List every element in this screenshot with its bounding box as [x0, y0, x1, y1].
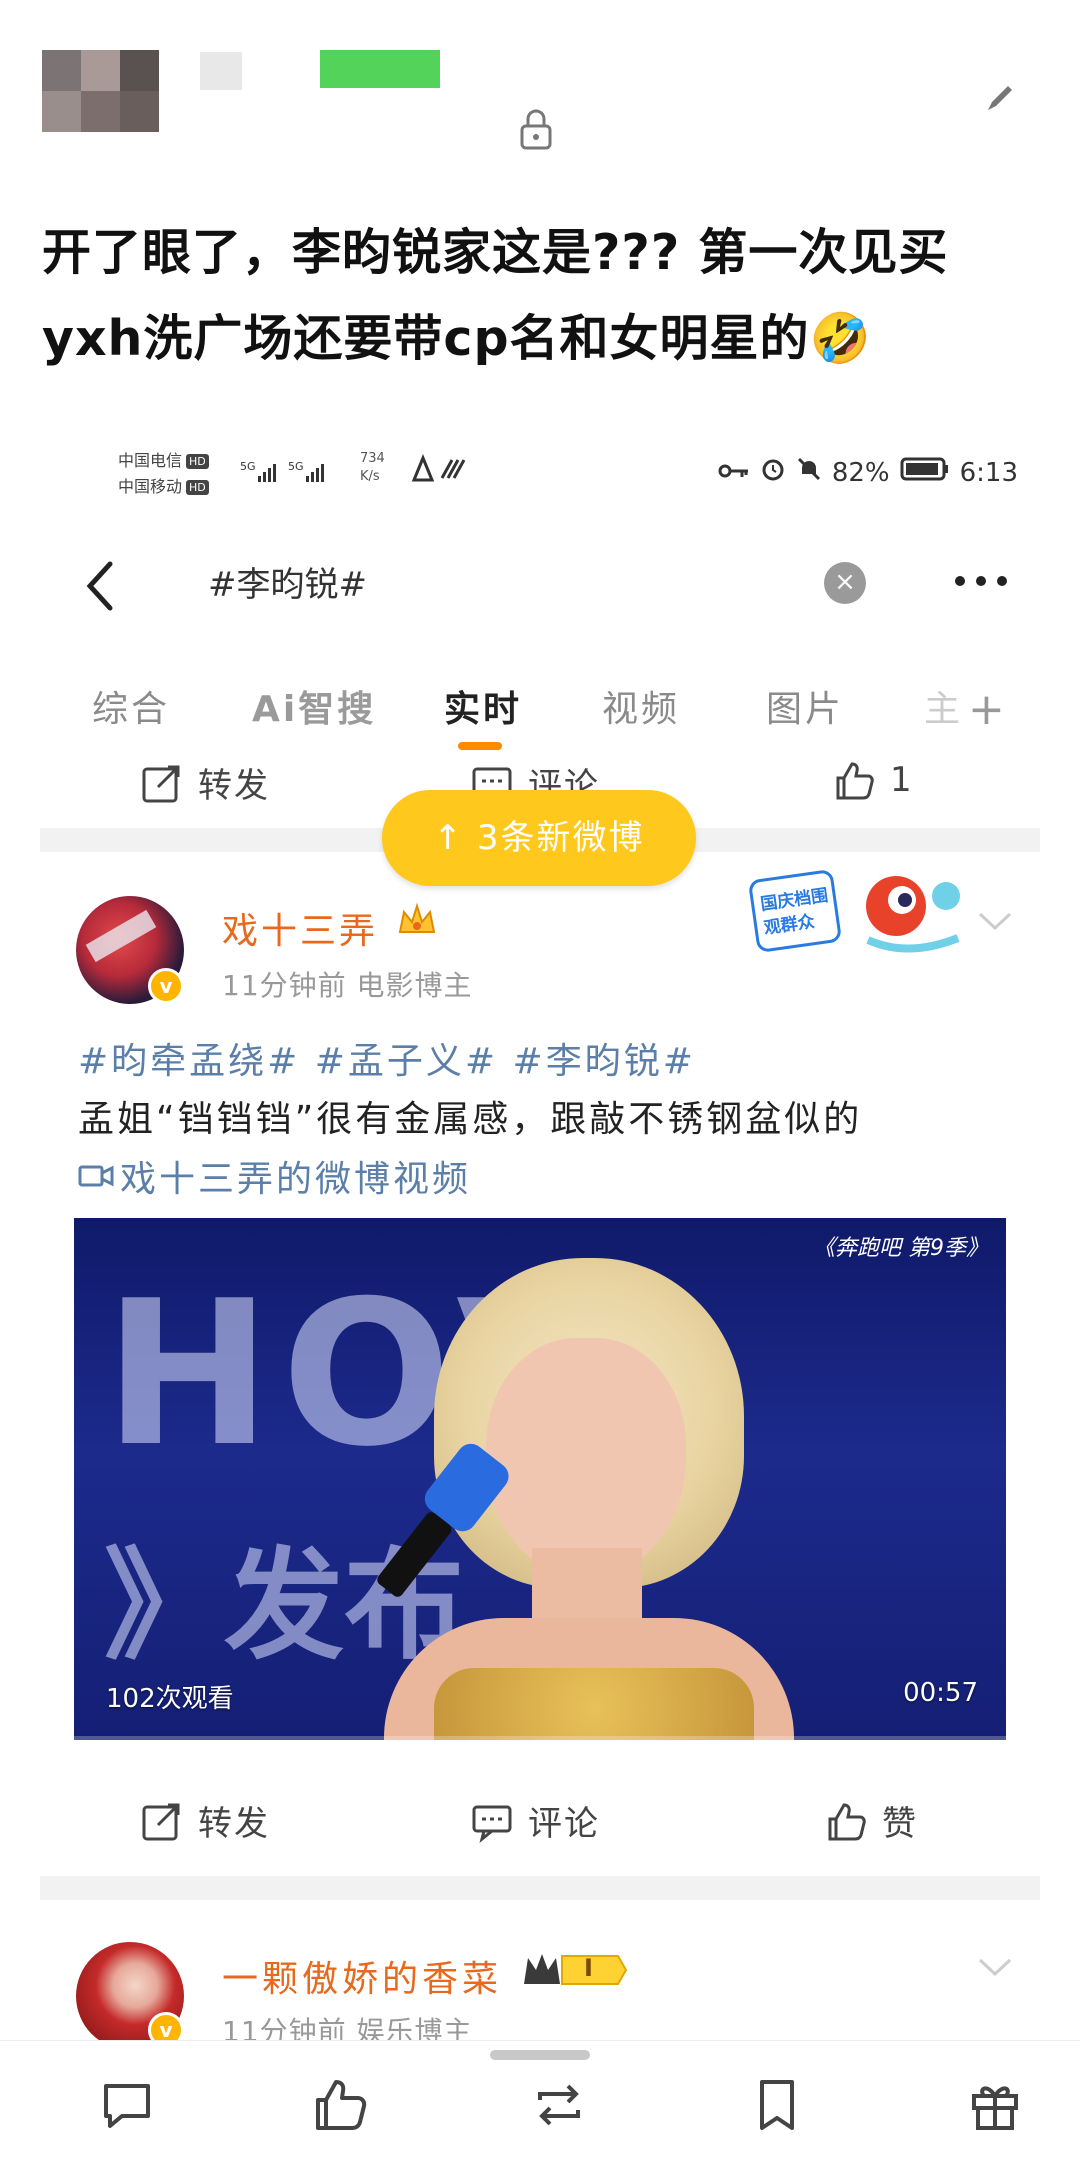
tab-realtime[interactable]: 实时 — [444, 680, 522, 732]
more-icon[interactable] — [950, 566, 1012, 596]
comment-button[interactable]: 评论 — [470, 1796, 600, 1845]
tab-ai-search[interactable]: Ai智搜 — [252, 680, 376, 732]
video-icon — [78, 1165, 114, 1187]
video-link-label: 戏十三弄的微博视频 — [120, 1159, 472, 1200]
post2-username[interactable]: 一颗傲娇的香菜 — [222, 1950, 502, 2002]
tab-general[interactable]: 综合 — [92, 680, 170, 732]
like-button[interactable]: 1 — [832, 758, 914, 802]
search-tabs: 综合 Ai智搜 实时 视频 图片 主 — [92, 680, 1022, 740]
nav-bookmark-icon[interactable] — [748, 2076, 806, 2134]
active-tab-indicator — [458, 742, 502, 750]
battery-icon — [900, 456, 950, 489]
video-progress-track — [74, 1736, 1006, 1740]
post1-username[interactable]: 戏十三弄 — [222, 902, 378, 954]
right-status: 82% 6:13 — [718, 456, 1018, 489]
nav-repost-icon[interactable] — [530, 2076, 588, 2134]
like-icon — [828, 1802, 866, 1840]
repost-button[interactable]: 转发 — [140, 758, 270, 807]
poster-name-blurred — [200, 52, 242, 90]
signal-icon: 5G 5G — [240, 456, 360, 486]
repost-button[interactable]: 转发 — [140, 1796, 270, 1845]
mute-icon — [796, 456, 822, 489]
poster-avatar-blurred[interactable] — [42, 50, 160, 132]
home-indicator — [490, 2050, 590, 2060]
status-bar: 中国电信 HD 中国移动 HD 5G 5G 734 K/s 82% 6:13 — [118, 444, 1018, 504]
like-button[interactable]: 赞 — [824, 1796, 918, 1845]
feed-separator — [40, 1876, 1040, 1900]
verified-badge: v — [148, 968, 184, 1004]
repost-icon — [142, 1803, 180, 1840]
key-icon — [718, 458, 750, 488]
battery-text: 82% — [831, 457, 890, 488]
repost-icon — [142, 765, 180, 802]
search-input[interactable]: #李昀锐# — [208, 560, 367, 610]
promo-sticker[interactable]: 国庆档围观群众 — [748, 858, 968, 968]
comment-icon — [472, 1805, 512, 1843]
video-duration: 00:57 — [903, 1678, 978, 1708]
clear-icon[interactable]: × — [824, 562, 866, 604]
carrier-1: 中国电信 — [118, 451, 183, 470]
sticker-text: 国庆档围观群众 — [759, 885, 830, 939]
add-tab-icon[interactable]: + — [968, 684, 1005, 735]
show-logo: 《奔跑吧 第9季》 — [813, 1236, 988, 1261]
lock-icon — [516, 106, 556, 152]
new-posts-banner[interactable]: ↑ 3条新微博 — [382, 790, 696, 886]
tab-video[interactable]: 视频 — [602, 680, 680, 732]
carrier-info: 中国电信 HD 中国移动 HD — [118, 448, 209, 500]
like-label: 赞 — [882, 1804, 918, 1844]
back-icon[interactable] — [78, 556, 122, 616]
edit-icon[interactable] — [982, 80, 1018, 116]
hd-badge: HD — [186, 454, 209, 469]
comment-label: 评论 — [528, 1804, 600, 1844]
post1-text: 孟姐“铛铛铛”很有金属感，跟敲不锈钢盆似的 — [78, 1099, 863, 1140]
nav-gift-icon[interactable] — [966, 2076, 1024, 2134]
video-frame-dress — [434, 1668, 754, 1740]
nav-like-icon[interactable] — [312, 2076, 370, 2134]
hd-badge: HD — [186, 480, 209, 495]
post1-meta: 11分钟前 电影博主 — [222, 969, 473, 1002]
svg-text:5G: 5G — [288, 460, 304, 473]
carrier-2: 中国移动 — [118, 477, 183, 496]
alarm-icon — [760, 456, 786, 489]
crown-icon — [396, 900, 438, 942]
video-views: 102次观看 — [106, 1684, 234, 1714]
post1-hashtags[interactable]: #昀牵孟绕# #孟子义# #李昀锐# — [78, 1032, 696, 1084]
svg-text:5G: 5G — [240, 460, 256, 473]
video-frame-face — [486, 1338, 686, 1578]
poster-badge-blurred — [320, 50, 440, 88]
like-count: 1 — [890, 760, 914, 800]
post-title: 开了眼了，李昀锐家这是??? 第一次见买yxh洗广场还要带cp名和女明星的🤣 — [42, 224, 949, 367]
tab-images[interactable]: 图片 — [766, 680, 844, 732]
tab-more-partial[interactable]: 主 — [924, 680, 963, 732]
repost-label: 转发 — [198, 1804, 270, 1844]
net-speed: 734 K/s — [360, 451, 385, 484]
nav-comment-icon[interactable] — [98, 2076, 156, 2134]
nfc-icon — [410, 454, 470, 489]
chevron-down-icon[interactable] — [974, 906, 1016, 936]
repost-label: 转发 — [198, 766, 270, 806]
clock-time: 6:13 — [959, 457, 1018, 488]
vip-level: I — [584, 1954, 593, 1982]
video-player[interactable]: HOV 》发布 《奔跑吧 第9季》 102次观看 00:57 — [74, 1218, 1006, 1740]
like-icon — [836, 762, 874, 800]
post1-video-link[interactable]: 戏十三弄的微博视频 — [78, 1150, 471, 1202]
vip-badge: I — [522, 1950, 628, 1990]
post1-actions: 转发 评论 赞 — [40, 1796, 1040, 1856]
chevron-down-icon[interactable] — [974, 1952, 1016, 1982]
